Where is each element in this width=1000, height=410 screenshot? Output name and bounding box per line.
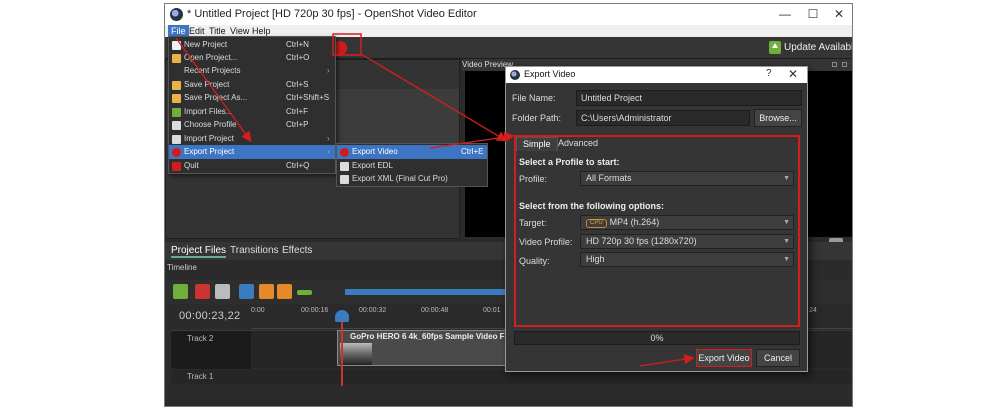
submenu-arrow-icon: ›: [327, 147, 330, 156]
dropdown-arrow-icon: ▼: [783, 238, 790, 245]
minimize-button[interactable]: —: [771, 6, 799, 22]
menu-item-quit[interactable]: Quit Ctrl+Q: [169, 159, 335, 173]
ruler-tick: 00:00:32: [359, 307, 387, 314]
folder-path-input[interactable]: C:\Users\Administrator: [576, 110, 750, 126]
update-available-button[interactable]: Update Available: [769, 41, 852, 55]
maximize-button[interactable]: ☐: [799, 6, 827, 22]
profile-icon: [172, 121, 181, 130]
menu-item-import-files[interactable]: Import Files... Ctrl+F: [169, 105, 335, 119]
video-profile-select[interactable]: HD 720p 30 fps (1280x720) ▼: [580, 234, 794, 249]
help-button[interactable]: ?: [766, 68, 772, 79]
submenu-arrow-icon: ›: [327, 134, 330, 143]
menu-item-save-project[interactable]: Save Project Ctrl+S: [169, 78, 335, 92]
folder-icon: [172, 54, 181, 63]
profile-section-heading: Select a Profile to start:: [519, 157, 620, 167]
ruler-tick: 00:00:48: [421, 307, 449, 314]
timeline-clip[interactable]: GoPro HERO 6 4k_60fps Sample Video Foota…: [337, 330, 531, 366]
window-title: * Untitled Project [HD 720p 30 fps] - Op…: [187, 8, 477, 20]
folder-path-label: Folder Path:: [512, 113, 562, 123]
dock-float-icon[interactable]: [832, 62, 837, 67]
previous-marker-icon[interactable]: [259, 284, 274, 299]
ruler-tick: 00:00:16: [301, 307, 329, 314]
snapping-icon[interactable]: [195, 284, 210, 299]
update-arrow-icon: [769, 41, 781, 54]
export-video-dialog: Export Video ? ✕ File Name: Untitled Pro…: [505, 66, 808, 372]
save-icon: [172, 81, 181, 90]
playhead-line: [341, 314, 343, 386]
menu-item-export-project[interactable]: Export Project ›: [169, 145, 335, 159]
quality-select[interactable]: High ▼: [580, 252, 794, 267]
browse-button[interactable]: Browse...: [754, 109, 802, 127]
openshot-logo-icon: [170, 8, 183, 21]
dock-close-icon[interactable]: [842, 62, 847, 67]
import-project-icon: [172, 135, 181, 144]
add-marker-icon[interactable]: [239, 284, 254, 299]
file-name-input[interactable]: Untitled Project: [576, 90, 802, 106]
cancel-button[interactable]: Cancel: [756, 349, 800, 367]
clip-thumbnail: [340, 343, 372, 365]
razor-icon[interactable]: [215, 284, 230, 299]
target-select[interactable]: CPU MP4 (h.264) ▼: [580, 215, 794, 230]
dropdown-arrow-icon: ▼: [783, 175, 790, 182]
tab-transitions[interactable]: Transitions: [230, 245, 279, 256]
menu-item-import-project[interactable]: Import Project ›: [169, 132, 335, 146]
title-bar: * Untitled Project [HD 720p 30 fps] - Op…: [165, 4, 852, 25]
record-icon: [340, 148, 349, 157]
quality-label: Quality:: [519, 256, 550, 266]
track-1[interactable]: Track 1: [171, 370, 851, 384]
profile-select[interactable]: All Formats ▼: [580, 171, 794, 186]
menu-item-export-video[interactable]: Export Video Ctrl+E: [337, 145, 487, 159]
menu-item-recent-projects[interactable]: Recent Projects ›: [169, 64, 335, 78]
target-label: Target:: [519, 218, 547, 228]
import-plus-icon: [172, 108, 181, 117]
ruler-tick: 00:01: [483, 307, 501, 314]
tab-effects[interactable]: Effects: [282, 245, 312, 256]
close-button[interactable]: ✕: [825, 6, 852, 22]
timeline-zoom-slider[interactable]: [345, 289, 505, 295]
dialog-title-bar: Export Video ? ✕: [506, 67, 807, 83]
file-name-label: File Name:: [512, 93, 556, 103]
export-submenu: Export Video Ctrl+E Export EDL Export XM…: [336, 143, 488, 187]
dialog-title: Export Video: [524, 69, 576, 79]
openshot-logo-icon: [510, 70, 520, 80]
save-as-icon: [172, 94, 181, 103]
record-icon: [172, 148, 181, 157]
menu-item-save-project-as[interactable]: Save Project As... Ctrl+Shift+S: [169, 91, 335, 105]
playhead-handle[interactable]: [335, 310, 349, 322]
export-video-button[interactable]: Export Video: [696, 349, 752, 367]
xml-file-icon: [340, 175, 349, 184]
track-name: Track 1: [187, 372, 214, 381]
tab-project-files[interactable]: Project Files: [171, 245, 227, 258]
options-section-heading: Select from the following options:: [519, 201, 664, 211]
menu-item-export-edl[interactable]: Export EDL: [337, 159, 487, 173]
ruler-tick: 24: [809, 307, 817, 314]
menu-item-export-xml[interactable]: Export XML (Final Cut Pro): [337, 172, 487, 186]
video-profile-label: Video Profile:: [519, 237, 573, 247]
menu-item-new-project[interactable]: New Project Ctrl+N: [169, 38, 335, 52]
track-name: Track 2: [187, 334, 214, 343]
dialog-close-button[interactable]: ✕: [788, 67, 798, 81]
time-display: 00:00:23,22: [179, 310, 241, 322]
clip-title: GoPro HERO 6 4k_60fps Sample Video Foota…: [350, 332, 531, 341]
new-file-icon: [172, 41, 181, 50]
cpu-badge: CPU: [586, 219, 607, 228]
tab-advanced[interactable]: Advanced: [552, 137, 604, 151]
edl-file-icon: [340, 162, 349, 171]
quit-icon: [172, 162, 181, 171]
dropdown-arrow-icon: ▼: [783, 219, 790, 226]
submenu-arrow-icon: ›: [327, 66, 330, 75]
timeline-label: Timeline: [167, 263, 197, 272]
ruler-tick: 0:00: [251, 307, 265, 314]
add-track-icon[interactable]: [173, 284, 188, 299]
export-progress-bar: 0%: [514, 331, 800, 345]
center-playhead-icon[interactable]: [297, 290, 312, 295]
menu-item-open-project[interactable]: Open Project... Ctrl+O: [169, 51, 335, 65]
profile-label: Profile:: [519, 174, 548, 184]
next-marker-icon[interactable]: [277, 284, 292, 299]
dropdown-arrow-icon: ▼: [783, 256, 790, 263]
menu-item-choose-profile[interactable]: Choose Profile Ctrl+P: [169, 118, 335, 132]
file-menu: New Project Ctrl+N Open Project... Ctrl+…: [168, 36, 336, 174]
